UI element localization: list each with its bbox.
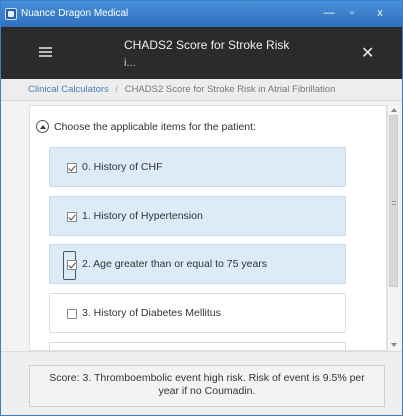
page-title-overflow: i... bbox=[124, 57, 136, 69]
criterion-label: 3. History of Diabetes Mellitus bbox=[82, 307, 221, 319]
criterion-item-age-75[interactable]: 2. Age greater than or equal to 75 years bbox=[49, 244, 346, 284]
dragon-app-icon bbox=[5, 8, 17, 20]
section-label: Choose the applicable items for the pati… bbox=[54, 121, 256, 133]
criterion-label: 1. History of Hypertension bbox=[82, 210, 203, 222]
vertical-scrollbar[interactable] bbox=[387, 105, 399, 351]
checkbox[interactable] bbox=[67, 260, 77, 270]
app-header: CHADS2 Score for Stroke Risk i... ✕ bbox=[1, 27, 402, 79]
page-title: CHADS2 Score for Stroke Risk bbox=[124, 38, 290, 52]
checkmark-icon bbox=[68, 163, 76, 172]
scrollbar-thumb[interactable] bbox=[389, 115, 398, 287]
window-titlebar[interactable]: Nuance Dragon Medical — ▫ x bbox=[1, 1, 402, 27]
score-footer: Score: 3. Thromboembolic event high risk… bbox=[1, 351, 402, 415]
criteria-panel: Choose the applicable items for the pati… bbox=[29, 105, 387, 351]
window-close-button[interactable]: x bbox=[365, 5, 395, 21]
collapse-icon[interactable] bbox=[36, 120, 49, 133]
window-title: Nuance Dragon Medical bbox=[21, 8, 129, 19]
criterion-label: 0. History of CHF bbox=[82, 161, 163, 173]
criterion-item-diabetes[interactable]: 3. History of Diabetes Mellitus bbox=[49, 293, 346, 333]
criterion-item-hypertension[interactable]: 1. History of Hypertension bbox=[49, 196, 346, 236]
checkbox[interactable] bbox=[67, 309, 77, 319]
scroll-up-arrow-icon[interactable] bbox=[391, 108, 397, 112]
app-window: Nuance Dragon Medical — ▫ x CHADS2 Score… bbox=[0, 0, 403, 416]
scroll-down-arrow-icon[interactable] bbox=[391, 343, 397, 347]
checkmark-icon bbox=[68, 260, 76, 269]
breadcrumb-current: CHADS2 Score for Stroke Risk in Atrial F… bbox=[124, 84, 336, 95]
checkbox[interactable] bbox=[67, 212, 77, 222]
breadcrumb: Clinical Calculators / CHADS2 Score for … bbox=[1, 79, 402, 101]
criterion-label: 2. Age greater than or equal to 75 years bbox=[82, 258, 268, 270]
criterion-item-partial[interactable] bbox=[49, 342, 346, 350]
checkmark-icon bbox=[68, 212, 76, 221]
minimize-button[interactable]: — bbox=[319, 5, 339, 21]
breadcrumb-link-clinical-calculators[interactable]: Clinical Calculators bbox=[28, 84, 109, 95]
checkbox[interactable] bbox=[67, 163, 77, 173]
grip-icon bbox=[392, 201, 396, 205]
criterion-item-chf[interactable]: 0. History of CHF bbox=[49, 147, 346, 187]
score-result: Score: 3. Thromboembolic event high risk… bbox=[29, 365, 385, 407]
close-calculator-button[interactable]: ✕ bbox=[361, 43, 374, 63]
maximize-button[interactable]: ▫ bbox=[342, 5, 362, 21]
hamburger-icon[interactable] bbox=[39, 47, 52, 58]
breadcrumb-separator: / bbox=[115, 84, 119, 95]
